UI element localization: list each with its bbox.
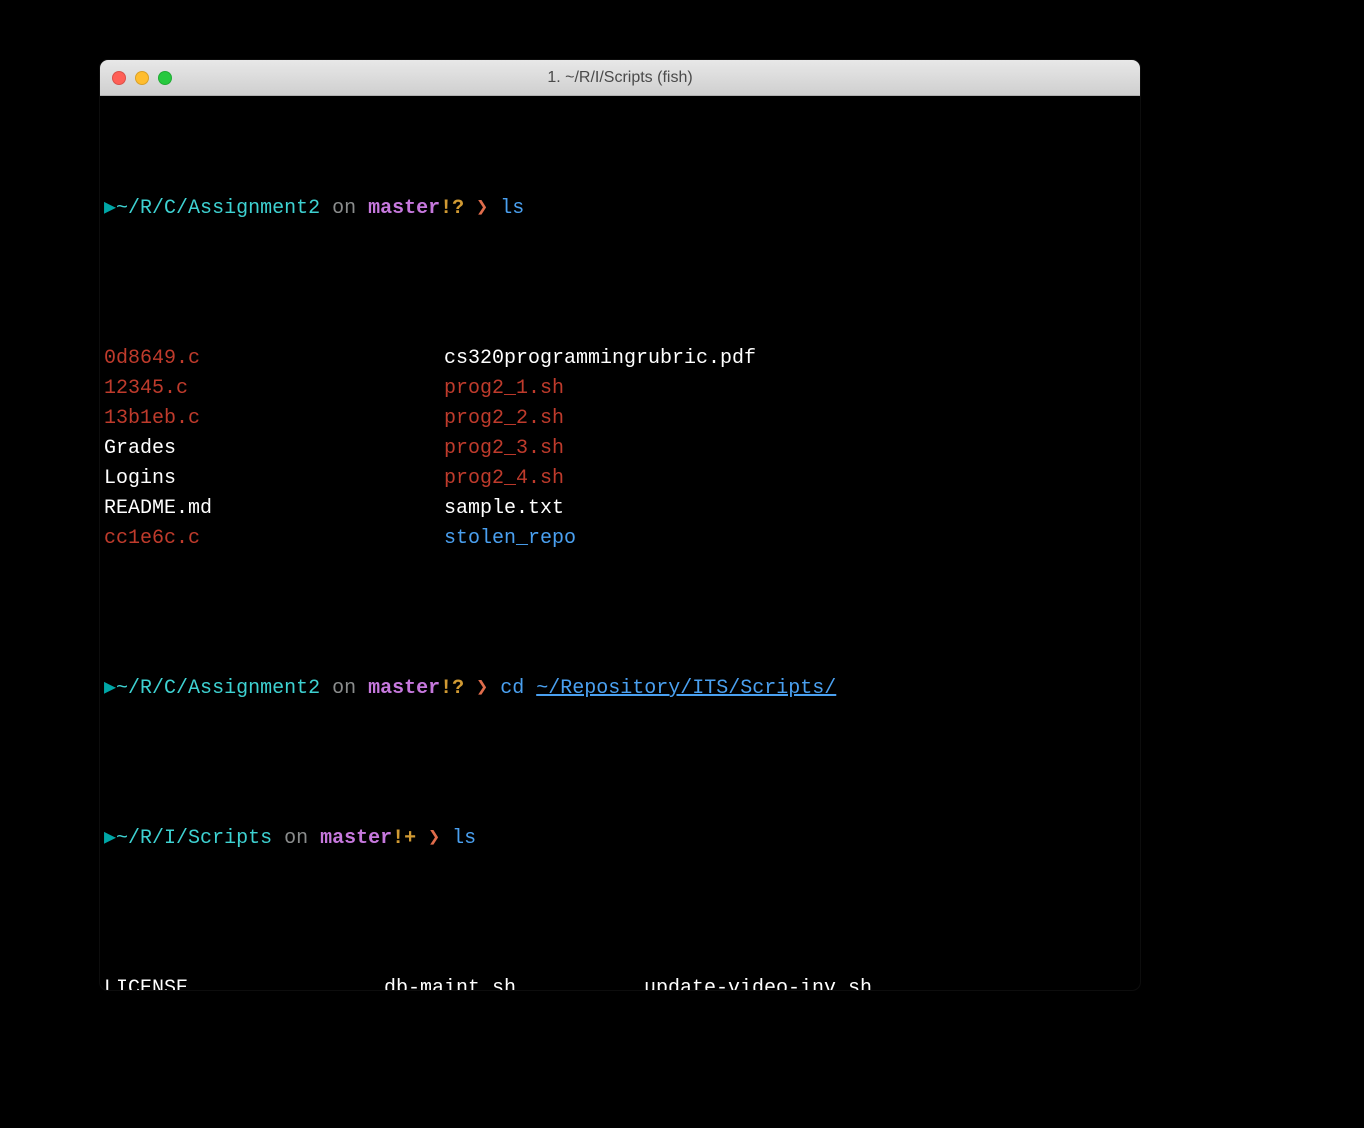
prompt-command: cd xyxy=(500,677,536,700)
prompt-chevron-icon: ❯ xyxy=(464,197,500,220)
prompt-path: ~/R/I/Scripts xyxy=(116,827,272,850)
file-entry: cs320programmingrubric.pdf xyxy=(444,344,1136,374)
terminal-window: 1. ~/R/I/Scripts (fish) ▶~/R/C/Assignmen… xyxy=(100,60,1140,990)
terminal-body[interactable]: ▶~/R/C/Assignment2 on master!? ❯ ls 0d86… xyxy=(100,96,1140,990)
prompt-dirty: !+ xyxy=(392,827,416,850)
prompt-arrow-icon: ▶ xyxy=(104,827,116,850)
file-entry: 13b1eb.c xyxy=(104,404,444,434)
prompt-path: ~/R/C/Assignment2 xyxy=(116,677,320,700)
prompt-branch: master xyxy=(320,827,392,850)
prompt-arrow-icon: ▶ xyxy=(104,677,116,700)
prompt-path: ~/R/C/Assignment2 xyxy=(116,197,320,220)
file-entry: Grades xyxy=(104,434,444,464)
file-entry: prog2_3.sh xyxy=(444,434,1136,464)
prompt-branch: master xyxy=(368,197,440,220)
titlebar[interactable]: 1. ~/R/I/Scripts (fish) xyxy=(100,60,1140,96)
file-entry: Logins xyxy=(104,464,444,494)
ls-output: LICENSEdb-maint.shupdate-video-inv.shREA… xyxy=(104,974,1136,990)
file-entry: stolen_repo xyxy=(444,524,1136,554)
prompt-line: ▶~/R/C/Assignment2 on master!? ❯ ls xyxy=(104,194,1136,224)
file-entry: cc1e6c.c xyxy=(104,524,444,554)
close-icon[interactable] xyxy=(112,71,126,85)
file-entry: LICENSE xyxy=(104,974,384,990)
file-entry: sample.txt xyxy=(444,494,1136,524)
minimize-icon[interactable] xyxy=(135,71,149,85)
file-entry: prog2_2.sh xyxy=(444,404,1136,434)
prompt-sep: on xyxy=(320,677,368,700)
prompt-chevron-icon: ❯ xyxy=(464,677,500,700)
traffic-lights xyxy=(112,71,172,85)
ls-output: 0d8649.ccs320programmingrubric.pdf12345.… xyxy=(104,344,1136,554)
file-entry: db-maint.sh xyxy=(384,974,644,990)
prompt-command: ls xyxy=(500,197,524,220)
prompt-line: ▶~/R/I/Scripts on master!+ ❯ ls xyxy=(104,824,1136,854)
prompt-argument: ~/Repository/ITS/Scripts/ xyxy=(536,677,836,700)
file-entry: prog2_4.sh xyxy=(444,464,1136,494)
prompt-arrow-icon: ▶ xyxy=(104,197,116,220)
prompt-dirty: !? xyxy=(440,197,464,220)
file-entry: 0d8649.c xyxy=(104,344,444,374)
prompt-sep: on xyxy=(320,197,368,220)
file-entry: README.md xyxy=(104,494,444,524)
file-entry: prog2_1.sh xyxy=(444,374,1136,404)
file-entry: update-video-inv.sh xyxy=(644,974,1136,990)
prompt-dirty: !? xyxy=(440,677,464,700)
prompt-line: ▶~/R/C/Assignment2 on master!? ❯ cd ~/Re… xyxy=(104,674,1136,704)
zoom-icon[interactable] xyxy=(158,71,172,85)
prompt-branch: master xyxy=(368,677,440,700)
prompt-sep: on xyxy=(272,827,320,850)
window-title: 1. ~/R/I/Scripts (fish) xyxy=(100,69,1140,87)
file-entry: 12345.c xyxy=(104,374,444,404)
prompt-chevron-icon: ❯ xyxy=(416,827,452,850)
prompt-command: ls xyxy=(452,827,476,850)
